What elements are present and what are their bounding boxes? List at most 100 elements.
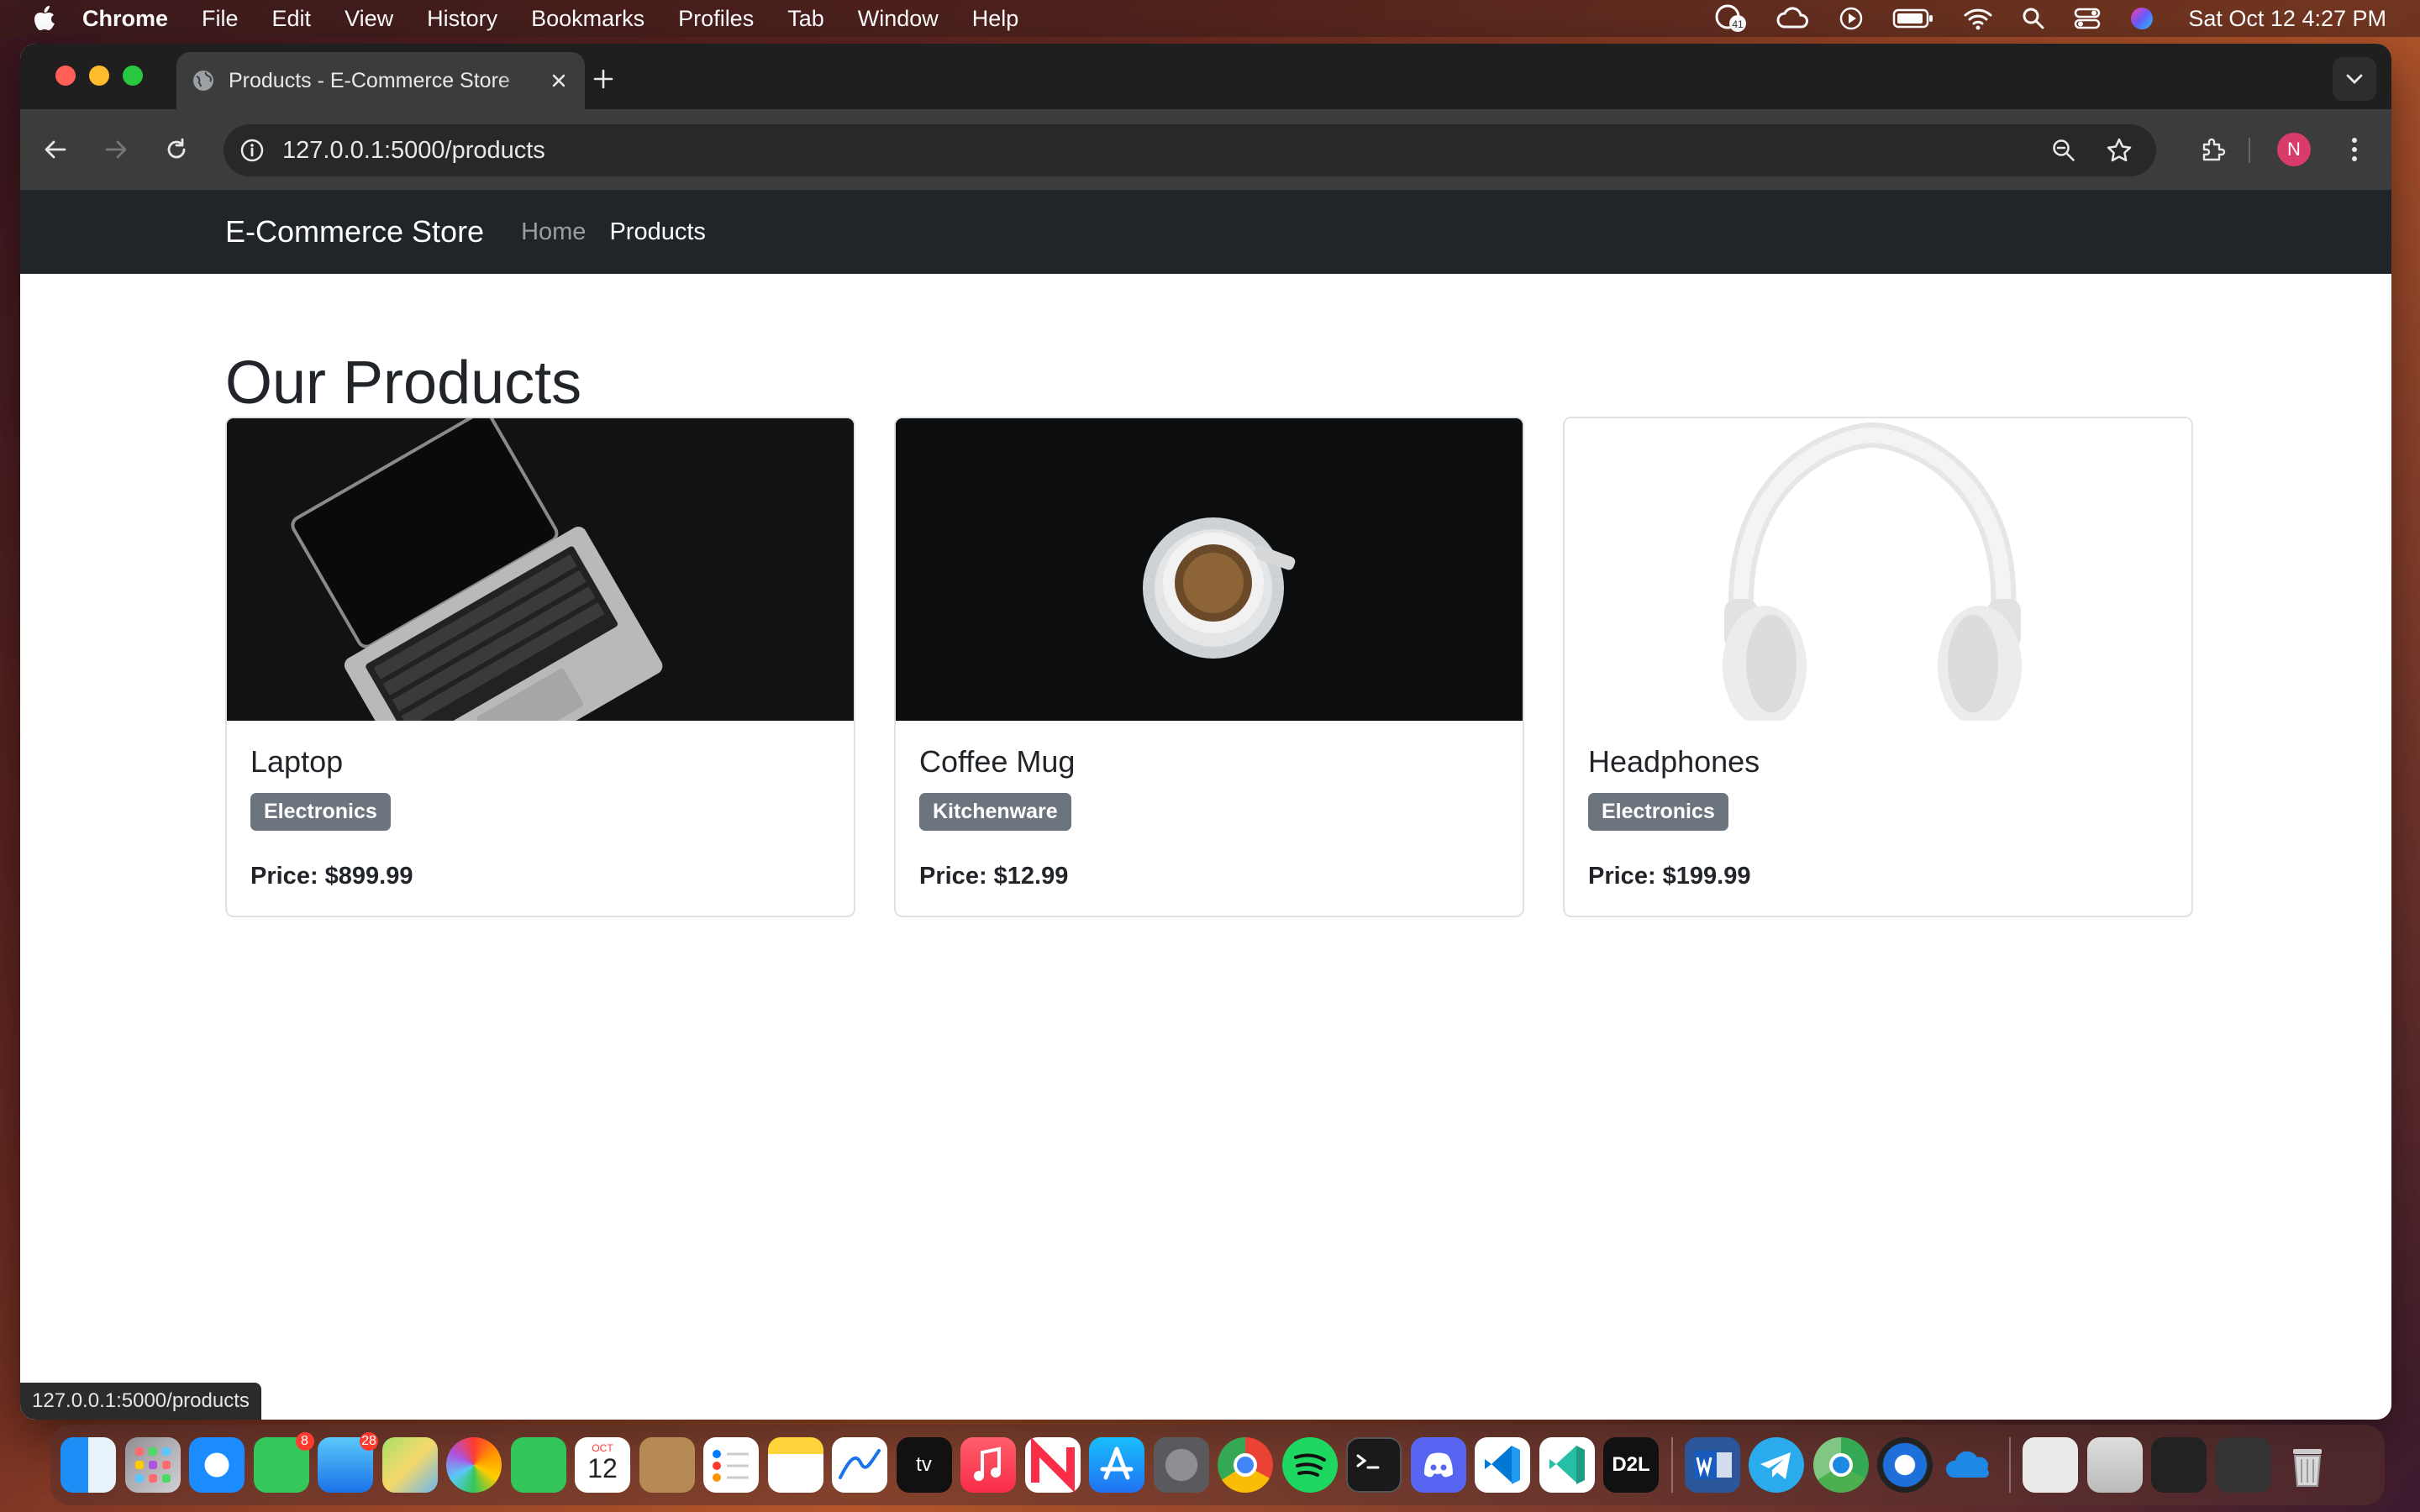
quicktime-icon[interactable] — [1877, 1437, 1933, 1493]
word-icon[interactable] — [1684, 1437, 1740, 1493]
telegram-icon[interactable] — [1749, 1437, 1804, 1493]
apple-icon[interactable] — [32, 6, 57, 31]
close-window-button[interactable] — [55, 66, 76, 86]
reminders-icon[interactable] — [703, 1437, 759, 1493]
minimize-window-button[interactable] — [89, 66, 109, 86]
menu-edit[interactable]: Edit — [272, 6, 312, 32]
vscode-insiders-icon[interactable] — [1539, 1437, 1595, 1493]
window-thumb-4[interactable] — [2215, 1437, 2271, 1493]
messages-badge: 8 — [295, 1432, 314, 1451]
dock-divider — [1670, 1437, 1673, 1493]
menu-window[interactable]: Window — [858, 6, 939, 32]
menu-history[interactable]: History — [427, 6, 497, 32]
chrome-center — [1234, 1453, 1257, 1477]
facetime-icon[interactable] — [510, 1437, 566, 1493]
spotify-icon[interactable] — [1281, 1437, 1338, 1493]
chrome-canary-center — [1828, 1453, 1853, 1477]
more-menu-icon[interactable] — [2334, 129, 2375, 170]
contacts-icon[interactable] — [639, 1437, 695, 1493]
siri-icon[interactable] — [2129, 6, 2154, 31]
app-store-icon[interactable] — [1089, 1437, 1144, 1493]
product-card[interactable]: Coffee Mug Kitchenware Price: $12.99 — [894, 417, 1524, 917]
spotlight-icon[interactable] — [2022, 7, 2045, 30]
window-thumb-3[interactable] — [2151, 1437, 2207, 1493]
new-tab-icon[interactable] — [585, 60, 622, 97]
menu-app-name[interactable]: Chrome — [82, 6, 168, 32]
menu-profiles[interactable]: Profiles — [678, 6, 754, 32]
menu-clock[interactable]: Sat Oct 12 4:27 PM — [2188, 6, 2386, 32]
launchpad-icon[interactable] — [124, 1437, 181, 1493]
onedrive-icon[interactable] — [1942, 1437, 1997, 1493]
address-bar[interactable]: 127.0.0.1:5000/products — [224, 124, 2156, 176]
headphones-image[interactable] — [1565, 418, 2191, 721]
back-icon[interactable] — [35, 129, 76, 170]
menu-help[interactable]: Help — [972, 6, 1019, 32]
tab-products[interactable]: Products - E-Commerce Store — [176, 52, 585, 109]
profile-avatar[interactable]: N — [2277, 133, 2311, 166]
trash-icon[interactable] — [2280, 1437, 2335, 1493]
tv-icon[interactable]: tv — [896, 1437, 952, 1493]
settings-icon[interactable] — [1153, 1437, 1209, 1493]
notes-icon[interactable] — [767, 1437, 823, 1493]
cloud-icon[interactable] — [1776, 5, 1810, 32]
product-card[interactable]: Laptop Electronics Price: $899.99 — [225, 417, 855, 917]
vscode-icon[interactable] — [1475, 1437, 1530, 1493]
nav-products[interactable]: Products — [609, 218, 705, 246]
wifi-icon[interactable] — [1963, 7, 1993, 30]
dock-divider — [2009, 1437, 2011, 1493]
tab-title: Products - E-Commerce Store — [229, 68, 510, 92]
maps-icon[interactable] — [381, 1437, 438, 1493]
reload-icon[interactable] — [156, 129, 197, 170]
messages-icon[interactable]: 8 — [253, 1432, 314, 1493]
forward-icon[interactable] — [96, 129, 136, 170]
site-navbar: E-Commerce Store Home Products — [20, 190, 2391, 274]
tab-close-icon[interactable] — [544, 66, 573, 95]
window-thumb-1[interactable] — [2023, 1437, 2078, 1493]
zoom-window-button[interactable] — [123, 66, 143, 86]
browser-window: Products - E-Commerce Store 127.0.0.1:50… — [20, 44, 2391, 1420]
web-page: E-Commerce Store Home Products Our Produ… — [20, 190, 2391, 1420]
menu-file[interactable]: File — [202, 6, 239, 32]
product-price: Price: $199.99 — [1588, 863, 1751, 890]
battery-icon[interactable] — [1892, 8, 1934, 29]
site-info-icon[interactable] — [237, 135, 267, 165]
d2l-icon[interactable]: D2L — [1603, 1437, 1659, 1493]
menu-bookmarks[interactable]: Bookmarks — [531, 6, 644, 32]
menu-view[interactable]: View — [345, 6, 393, 32]
card-body: Laptop Electronics Price: $899.99 — [227, 721, 854, 914]
coffee-image[interactable] — [896, 418, 1523, 721]
play-icon[interactable] — [1839, 6, 1864, 31]
calendar-icon[interactable]: OCT 12 — [575, 1437, 630, 1493]
freeform-icon[interactable] — [832, 1437, 887, 1493]
extensions-icon[interactable] — [2193, 129, 2233, 170]
nav-home[interactable]: Home — [521, 218, 586, 246]
laptop-image[interactable] — [227, 418, 854, 721]
product-price: Price: $899.99 — [250, 863, 413, 890]
terminal-icon[interactable] — [1346, 1437, 1402, 1493]
news-icon[interactable] — [1024, 1436, 1081, 1494]
product-price: Price: $12.99 — [919, 863, 1069, 890]
photos-icon[interactable] — [446, 1437, 502, 1493]
finder-icon[interactable] — [60, 1437, 116, 1493]
card-body: Headphones Electronics Price: $199.99 — [1565, 721, 2191, 914]
chrome-icon[interactable] — [1218, 1437, 1273, 1493]
link-status-bar: 127.0.0.1:5000/products — [20, 1383, 261, 1420]
safari-icon[interactable] — [189, 1437, 245, 1493]
bookmark-star-icon[interactable] — [2101, 132, 2138, 169]
site-brand[interactable]: E-Commerce Store — [225, 214, 484, 249]
category-badge: Electronics — [250, 793, 391, 831]
product-card[interactable]: Headphones Electronics Price: $199.99 — [1563, 417, 2193, 917]
notification-icon[interactable]: 41 — [1714, 3, 1748, 34]
music-icon[interactable] — [960, 1437, 1016, 1493]
browser-toolbar: 127.0.0.1:5000/products N — [20, 109, 2391, 190]
zoom-icon[interactable] — [2045, 132, 2082, 169]
menu-tab[interactable]: Tab — [787, 6, 824, 32]
window-thumb-2[interactable] — [2086, 1437, 2143, 1493]
tab-search-icon[interactable] — [2333, 57, 2376, 101]
discord-icon[interactable] — [1410, 1437, 1466, 1493]
url-text[interactable]: 127.0.0.1:5000/products — [282, 137, 2045, 165]
chrome-canary-icon[interactable] — [1812, 1437, 1869, 1493]
notification-count: 41 — [1733, 18, 1744, 30]
mail-icon[interactable]: 28 — [318, 1432, 378, 1493]
control-center-icon[interactable] — [2074, 7, 2101, 30]
